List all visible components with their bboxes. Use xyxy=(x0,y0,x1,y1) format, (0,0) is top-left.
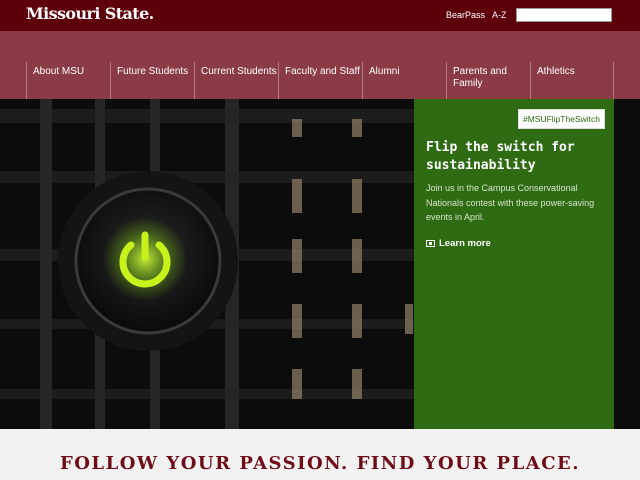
nav-item-future-students[interactable]: Future Students xyxy=(110,62,194,99)
nav-item-faculty-and-staff[interactable]: Faculty and Staff xyxy=(278,62,362,99)
main-nav: About MSU Future Students Current Studen… xyxy=(0,31,640,99)
hashtag-badge[interactable]: #MSUFlipTheSwitch xyxy=(518,109,605,129)
top-bar: Missouri State. BearPass A-Z xyxy=(0,0,640,31)
missouri-state-logo[interactable]: Missouri State. xyxy=(26,4,154,23)
nav-item-current-students[interactable]: Current Students xyxy=(194,62,278,99)
promo-title: Flip the switch for sustainability xyxy=(426,140,575,173)
nav-item-parents-and-family[interactable]: Parents and Family xyxy=(446,62,530,99)
learn-more-link[interactable]: Learn more xyxy=(426,238,491,249)
search-input[interactable] xyxy=(516,8,612,22)
nav-item-alumni[interactable]: Alumni xyxy=(362,62,446,99)
a-z-link[interactable]: A-Z xyxy=(492,10,507,20)
nav-item-athletics[interactable]: Athletics xyxy=(530,62,614,99)
tagline-section: FOLLOW YOUR PASSION. FIND YOUR PLACE. xyxy=(0,429,640,480)
nav-item-about-msu[interactable]: About MSU xyxy=(26,62,110,99)
promo-description: Join us in the Campus Conservational Nat… xyxy=(426,183,595,222)
hero-promo-panel: #MSUFlipTheSwitch Flip the switch for su… xyxy=(414,99,614,429)
learn-more-label: Learn more xyxy=(439,238,491,249)
image-icon xyxy=(426,240,435,247)
tagline: FOLLOW YOUR PASSION. FIND YOUR PLACE. xyxy=(59,453,581,474)
bearpass-link[interactable]: BearPass xyxy=(446,10,485,20)
